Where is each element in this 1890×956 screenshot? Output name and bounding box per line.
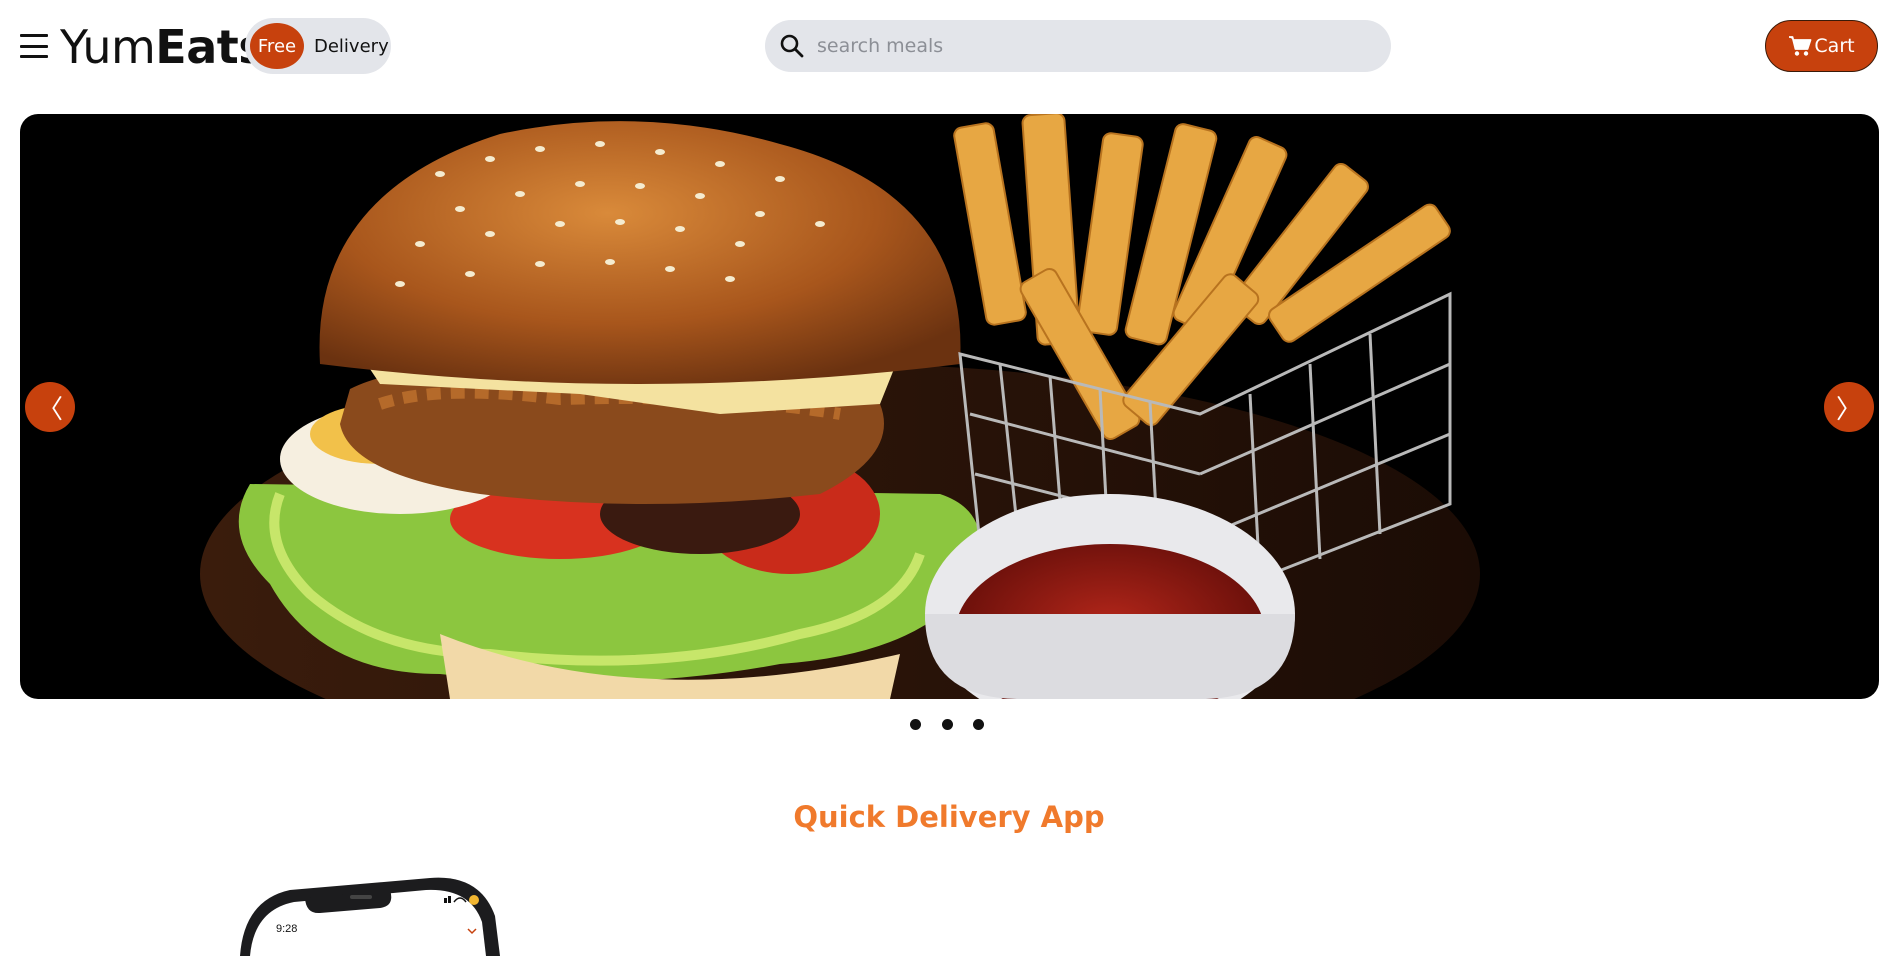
carousel-indicators [910, 717, 984, 731]
logo[interactable]: YumEats [60, 20, 266, 74]
cart-label: Cart [1814, 35, 1855, 57]
cart-button[interactable]: Cart [1765, 20, 1878, 72]
section-title-quick-delivery: Quick Delivery App [793, 800, 1105, 834]
carousel-prev-button[interactable]: 〈 [25, 382, 75, 432]
hamburger-menu-icon[interactable] [20, 31, 50, 61]
site-header: YumEats Free Delivery Cart [0, 0, 1890, 94]
hero-food-image [200, 114, 1480, 699]
carousel-dot[interactable] [941, 718, 953, 730]
search-input[interactable] [817, 35, 1337, 57]
search-icon [780, 34, 804, 58]
carousel-next-button[interactable]: 〉 [1824, 382, 1874, 432]
phone-status-time: 9:28 [276, 923, 297, 935]
delivery-label: Delivery [314, 35, 389, 57]
chevron-left-icon: 〈 [36, 394, 63, 425]
free-delivery-badge: Free Delivery [245, 18, 391, 74]
carousel-dot[interactable] [973, 718, 984, 730]
free-badge: Free [250, 23, 304, 69]
chevron-right-icon: 〉 [1835, 394, 1862, 425]
logo-regular-text: Yum [60, 20, 156, 74]
cart-icon [1789, 36, 1812, 56]
carousel-dot[interactable] [910, 718, 921, 730]
hero-carousel: 〈 〉 [20, 114, 1879, 699]
search-bar[interactable] [765, 20, 1391, 72]
phone-mockup-image: 9:28 [240, 876, 500, 956]
